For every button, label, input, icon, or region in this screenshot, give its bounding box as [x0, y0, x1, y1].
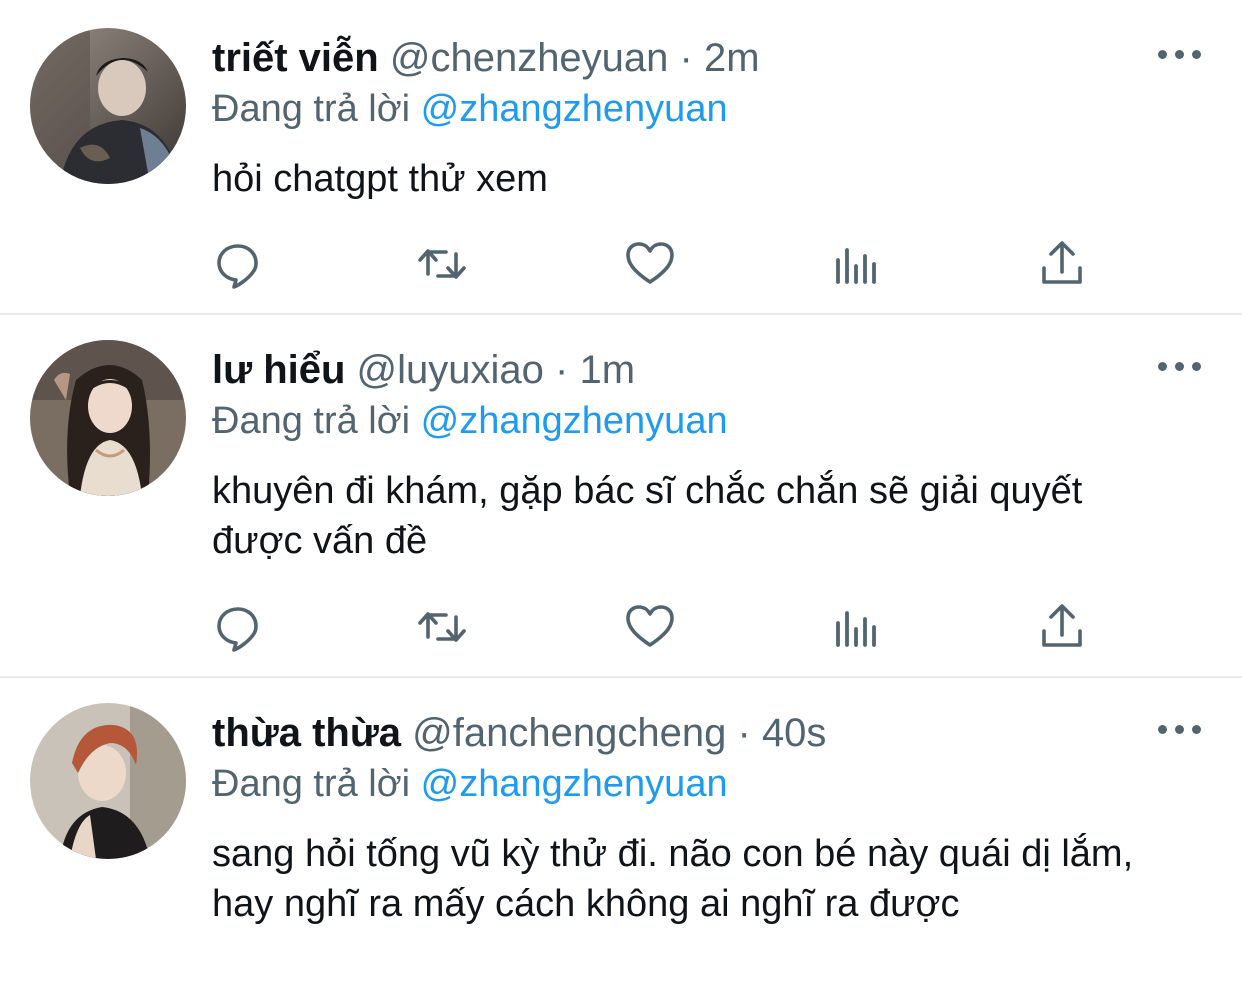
reply-context: Đang trả lời @zhangzhenyuan — [212, 759, 728, 809]
tweet-divider — [0, 313, 1242, 315]
separator-dot: · — [555, 348, 569, 392]
tweet-header: lư hiểu @luyuxiao · 1m — [212, 340, 635, 400]
retweet-icon[interactable] — [414, 236, 470, 292]
tweet-header: triết viễn @chenzheyuan · 2m — [212, 28, 760, 88]
display-name[interactable]: lư hiểu — [212, 348, 345, 392]
reply-mention-link[interactable]: @zhangzhenyuan — [421, 400, 728, 442]
share-icon[interactable] — [1034, 236, 1090, 292]
avatar[interactable] — [30, 340, 186, 496]
tweet[interactable]: thừa thừa @fanchengcheng · 40s Đang trả … — [0, 679, 1242, 994]
avatar[interactable] — [30, 28, 186, 184]
separator-dot: · — [737, 711, 751, 755]
tweet-text: sang hỏi tống vũ kỳ thử đi. não con bé n… — [212, 833, 1134, 925]
retweet-icon[interactable] — [414, 599, 470, 655]
more-options-icon[interactable] — [1158, 719, 1202, 739]
tweet-text: hỏi chatgpt thử xem — [212, 158, 548, 200]
avatar[interactable] — [30, 703, 186, 859]
user-handle[interactable]: @fanchengcheng — [412, 711, 726, 755]
display-name[interactable]: triết viễn — [212, 36, 379, 80]
timestamp[interactable]: 2m — [704, 36, 760, 80]
reply-mention-link[interactable]: @zhangzhenyuan — [421, 763, 728, 805]
reply-context: Đang trả lời @zhangzhenyuan — [212, 84, 728, 134]
user-handle[interactable]: @chenzheyuan — [390, 36, 669, 80]
reply-prefix: Đang trả lời — [212, 400, 411, 442]
like-icon[interactable] — [622, 599, 678, 655]
tweet-divider — [0, 676, 1242, 678]
reply-mention-link[interactable]: @zhangzhenyuan — [421, 88, 728, 130]
reply-prefix: Đang trả lời — [212, 88, 411, 130]
reply-icon[interactable] — [210, 599, 266, 655]
reply-icon[interactable] — [210, 236, 266, 292]
timestamp[interactable]: 40s — [762, 711, 827, 755]
display-name[interactable]: thừa thừa — [212, 711, 401, 755]
more-options-icon[interactable] — [1158, 356, 1202, 376]
tweet[interactable]: triết viễn @chenzheyuan · 2m Đang trả lờ… — [0, 0, 1242, 314]
analytics-icon[interactable] — [828, 599, 884, 655]
user-handle[interactable]: @luyuxiao — [357, 348, 544, 392]
timestamp[interactable]: 1m — [580, 348, 636, 392]
reply-context: Đang trả lời @zhangzhenyuan — [212, 396, 728, 446]
share-icon[interactable] — [1034, 599, 1090, 655]
separator-dot: · — [679, 36, 693, 80]
tweet-header: thừa thừa @fanchengcheng · 40s — [212, 703, 826, 763]
tweet-text: khuyên đi khám, gặp bác sĩ chắc chắn sẽ … — [212, 470, 1083, 562]
more-options-icon[interactable] — [1158, 44, 1202, 64]
like-icon[interactable] — [622, 236, 678, 292]
reply-prefix: Đang trả lời — [212, 763, 411, 805]
tweet[interactable]: lư hiểu @luyuxiao · 1m Đang trả lời @zha… — [0, 316, 1242, 676]
analytics-icon[interactable] — [828, 236, 884, 292]
